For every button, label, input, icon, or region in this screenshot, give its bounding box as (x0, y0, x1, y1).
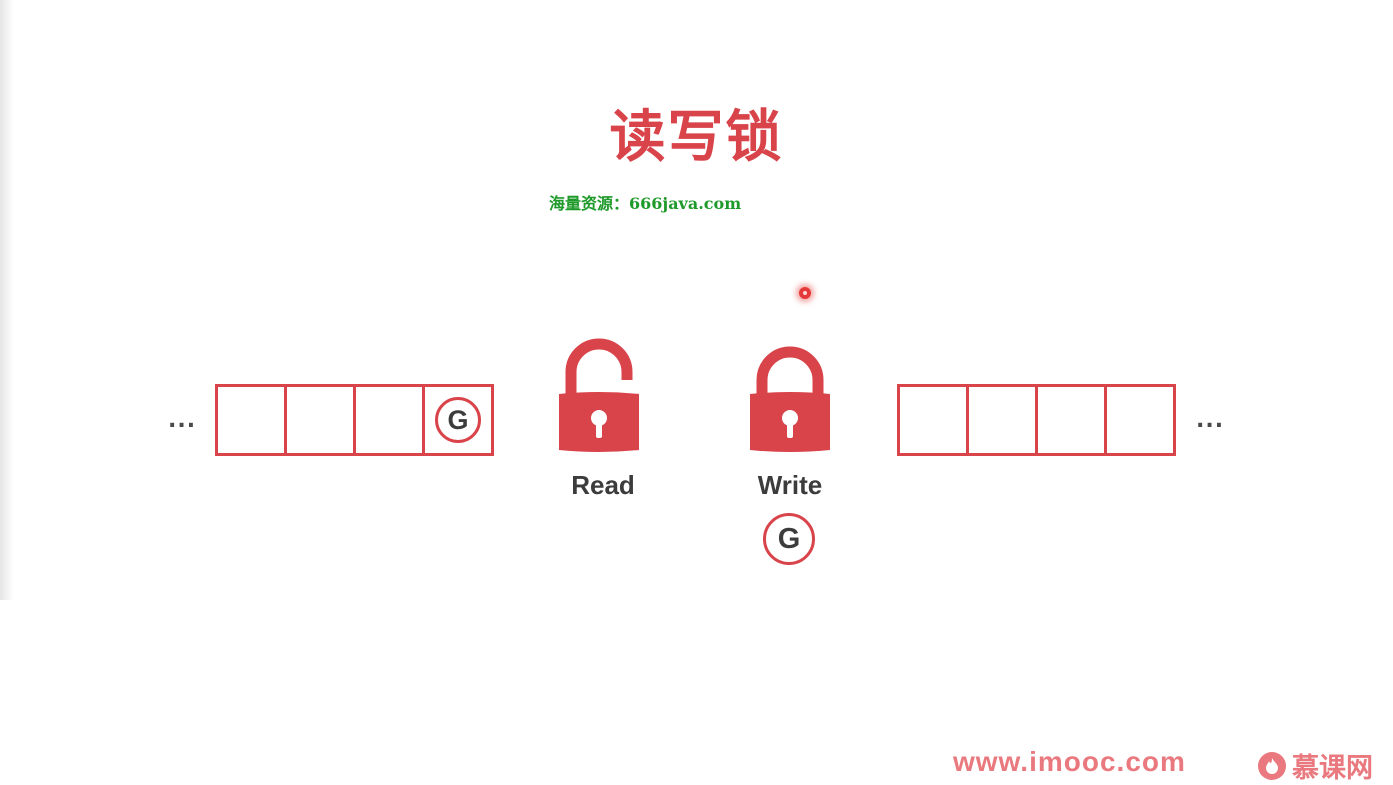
open-padlock-icon (559, 338, 639, 452)
write-lock-label: Write (757, 470, 823, 500)
queue-cell (287, 387, 356, 453)
laser-pointer-dot (799, 287, 811, 299)
flame-icon (1258, 751, 1286, 780)
footer-url: www.imooc.com (953, 746, 1186, 777)
footer-brand: 慕课网 (1292, 753, 1373, 784)
queue-cell (969, 387, 1038, 453)
slide-title: 读写锁 (609, 105, 784, 170)
watermark-text: 海量资源：666java.com (549, 194, 742, 213)
queue-cell (1038, 387, 1107, 453)
queue-cell: G (425, 387, 491, 453)
right-ellipsis: ... (1196, 408, 1225, 433)
write-lock (748, 346, 832, 460)
left-queue: G (215, 384, 494, 456)
footer-logo: 慕课网 (1258, 746, 1373, 785)
queue-cell (1107, 387, 1173, 453)
write-lock-holder: G (763, 513, 815, 565)
goroutine-token: G (435, 397, 481, 443)
closed-padlock-icon (750, 346, 830, 452)
goroutine-token: G (763, 513, 815, 565)
read-lock-label: Read (571, 470, 635, 500)
read-lock (557, 336, 641, 460)
right-queue (897, 384, 1176, 456)
queue-cell (356, 387, 425, 453)
left-ellipsis: ... (168, 408, 197, 433)
queue-cell (900, 387, 969, 453)
slide-edge-shadow (0, 0, 14, 600)
queue-cell (218, 387, 287, 453)
